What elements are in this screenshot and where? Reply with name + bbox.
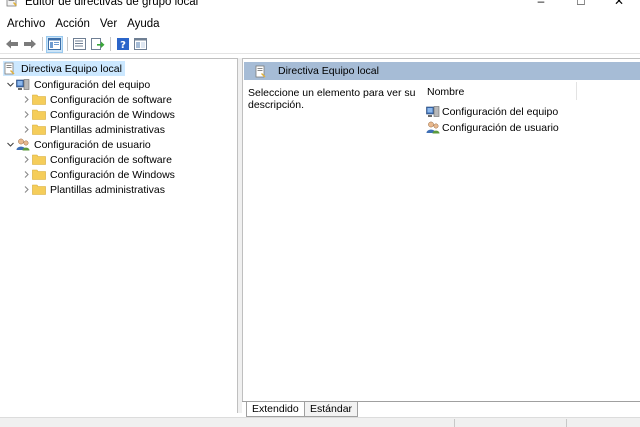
tree-item-computer-windows[interactable]: Configuración de Windows: [20, 107, 175, 122]
properties-icon: [73, 38, 86, 50]
folder-icon: [32, 153, 46, 167]
forward-arrow-icon: [23, 39, 36, 49]
folder-icon: [32, 168, 46, 182]
status-divider: [454, 419, 455, 427]
close-button[interactable]: ✕: [596, 0, 640, 10]
description-text: Seleccione un elemento para ver su descr…: [248, 87, 416, 111]
toolbar: ?: [0, 35, 640, 54]
chevron-down-icon[interactable]: [4, 139, 16, 151]
chevron-right-icon[interactable]: [20, 184, 32, 196]
help-icon: ?: [116, 38, 129, 50]
show-hide-tree-icon: [48, 38, 61, 50]
chevron-down-icon[interactable]: [4, 79, 16, 91]
computer-icon: [426, 105, 440, 119]
column-header-name[interactable]: Nombre: [427, 86, 464, 98]
tree-item-computer-admin-templates[interactable]: Plantillas administrativas: [20, 122, 165, 137]
tree-item-user-windows[interactable]: Configuración de Windows: [20, 167, 175, 182]
folder-icon: [32, 123, 46, 137]
list-item-computer-config[interactable]: Configuración del equipo: [426, 104, 558, 119]
back-arrow-icon: [5, 39, 18, 49]
tree-item-label: Configuración de software: [50, 93, 172, 106]
chevron-right-icon[interactable]: [20, 124, 32, 136]
show-hide-tree-button[interactable]: [46, 35, 63, 53]
tree-item-computer-config[interactable]: Configuración del equipo: [4, 77, 150, 92]
tree-item-computer-software[interactable]: Configuración de software: [20, 92, 172, 107]
tree-item-label: Plantillas administrativas: [50, 123, 165, 136]
details-header-title: Directiva Equipo local: [278, 65, 379, 77]
tree-item-label: Configuración de Windows: [50, 168, 175, 181]
chevron-right-icon[interactable]: [20, 154, 32, 166]
menu-archivo[interactable]: Archivo: [2, 15, 50, 33]
tree-root-label: Directiva Equipo local: [21, 62, 122, 75]
chevron-right-icon[interactable]: [20, 109, 32, 121]
menu-bar: Archivo Acción Ver Ayuda: [0, 14, 640, 34]
policy-document-icon: [3, 62, 17, 76]
policy-document-icon: [254, 64, 268, 78]
chevron-right-icon[interactable]: [20, 94, 32, 106]
tree-item-user-admin-templates[interactable]: Plantillas administrativas: [20, 182, 165, 197]
export-list-button[interactable]: [89, 36, 106, 53]
tree-item-user-config[interactable]: Configuración de usuario: [4, 137, 151, 152]
folder-icon: [32, 183, 46, 197]
tree-item-label: Configuración de usuario: [34, 138, 151, 151]
list-item-user-config[interactable]: Configuración de usuario: [426, 120, 559, 135]
back-button[interactable]: [3, 36, 20, 53]
list-item-label: Configuración de usuario: [442, 121, 559, 134]
users-icon: [16, 138, 30, 152]
forward-button[interactable]: [21, 36, 38, 53]
users-icon: [426, 121, 440, 135]
extended-view-icon: [134, 38, 147, 50]
toolbar-separator: [110, 37, 111, 51]
menu-accion[interactable]: Acción: [50, 15, 95, 33]
properties-button[interactable]: [71, 36, 88, 53]
computer-icon: [16, 78, 30, 92]
window-title: Editor de directivas de grupo local: [25, 0, 199, 8]
details-header: Directiva Equipo local: [244, 62, 640, 80]
list-item-label: Configuración del equipo: [442, 105, 559, 118]
status-bar: [0, 417, 640, 427]
status-divider: [566, 419, 567, 427]
tree-item-label: Plantillas administrativas: [50, 183, 165, 196]
title-bar: Editor de directivas de grupo local – □ …: [0, 0, 640, 10]
extended-view-button[interactable]: [132, 36, 149, 53]
view-tabs: Extendido Estándar: [242, 401, 640, 417]
tree-item-label: Configuración de Windows: [50, 108, 175, 121]
details-pane: Directiva Equipo local Seleccione un ele…: [242, 58, 640, 413]
tab-extendido[interactable]: Extendido: [246, 402, 305, 417]
svg-text:?: ?: [120, 40, 126, 50]
tab-estandar[interactable]: Estándar: [304, 402, 359, 417]
menu-ayuda[interactable]: Ayuda: [122, 15, 164, 33]
tree-root[interactable]: Directiva Equipo local: [3, 61, 125, 76]
tree-pane: Directiva Equipo local Configuración del…: [0, 58, 238, 413]
column-divider[interactable]: [576, 82, 577, 100]
toolbar-separator: [42, 37, 43, 51]
tree-item-label: Configuración de software: [50, 153, 172, 166]
toolbar-separator: [67, 37, 68, 51]
menu-ver[interactable]: Ver: [95, 15, 122, 33]
folder-icon: [32, 108, 46, 122]
folder-icon: [32, 93, 46, 107]
group-policy-app-icon: [6, 0, 17, 7]
export-list-icon: [90, 38, 104, 50]
chevron-right-icon[interactable]: [20, 169, 32, 181]
help-button[interactable]: ?: [114, 36, 131, 53]
tree-item-label: Configuración del equipo: [34, 78, 151, 91]
tree-item-user-software[interactable]: Configuración de software: [20, 152, 172, 167]
